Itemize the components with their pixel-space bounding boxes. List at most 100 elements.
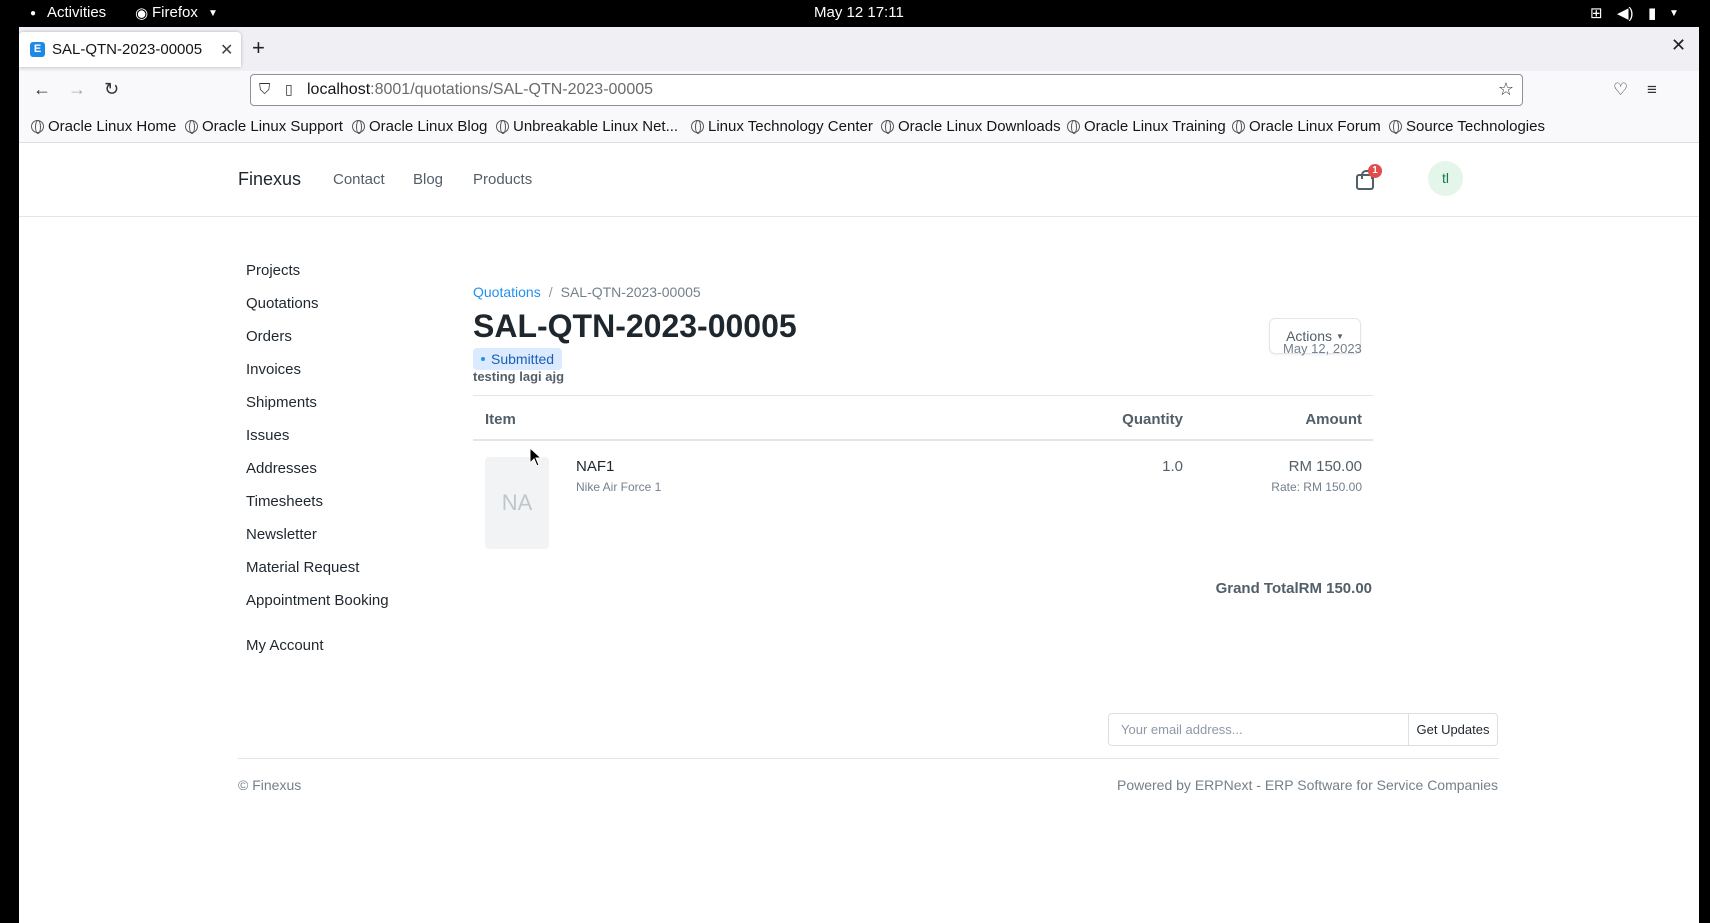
new-tab-icon[interactable]: + [252,35,265,61]
firefox-app-icon: ◉ [135,5,149,22]
column-header-item: Item [485,411,516,428]
url-bar[interactable]: ⛉ ▯ localhost:8001/quotations/SAL-QTN-20… [250,74,1523,106]
grand-total: Grand TotalRM 150.00 [1216,580,1372,597]
newsletter-subscribe: Get Updates [1108,713,1498,746]
globe-icon [1389,120,1402,134]
item-code: NAF1 [576,458,615,475]
sidebar-item-newsletter[interactable]: Newsletter [246,526,317,543]
url-text[interactable]: localhost:8001/quotations/SAL-QTN-2023-0… [307,81,653,99]
bookmark-item[interactable]: Linux Technology Center [691,118,873,135]
browser-window: E SAL-QTN-2023-00005 ✕ + ✕ ← → ↻ ⛉ ▯ loc… [19,27,1699,923]
nav-link-blog[interactable]: Blog [413,171,443,188]
breadcrumb-quotations-link[interactable]: Quotations [473,284,541,300]
document-subtitle: testing lagi ajg [473,369,565,384]
globe-icon [352,120,365,134]
chevron-down-icon[interactable]: ▼ [208,8,218,19]
footer-divider [238,758,1499,759]
bookmark-label: Oracle Linux Downloads [898,118,1061,135]
table-header: Item Quantity Amount [473,395,1373,441]
globe-icon [1067,120,1080,134]
url-path: :8001/quotations/SAL-QTN-2023-00005 [370,81,654,98]
tab-active[interactable]: E SAL-QTN-2023-00005 ✕ [19,32,241,67]
bookmark-item[interactable]: Oracle Linux Support [185,118,343,135]
sidebar-item-appointment-booking[interactable]: Appointment Booking [246,592,389,609]
cart-button[interactable]: 1 [1354,164,1382,192]
page-title: SAL-QTN-2023-00005 [473,308,797,344]
bookmark-item[interactable]: Oracle Linux Downloads [881,118,1061,135]
bookmarks-toolbar: Oracle Linux Home Oracle Linux Support O… [19,111,1699,143]
mouse-cursor-icon [529,447,543,467]
bookmark-item[interactable]: Oracle Linux Blog [352,118,487,135]
bookmark-label: Unbreakable Linux Net... [513,118,679,135]
close-tab-icon[interactable]: ✕ [220,40,233,60]
sidebar-item-addresses[interactable]: Addresses [246,460,317,477]
item-name: Nike Air Force 1 [576,480,662,494]
bookmark-label: Oracle Linux Home [48,118,177,135]
item-amount: RM 150.00 [1288,458,1362,475]
bookmark-star-icon[interactable]: ☆ [1498,79,1514,100]
sidebar-item-orders[interactable]: Orders [246,328,292,345]
pocket-icon[interactable]: ♡ [1613,80,1628,100]
sidebar-item-issues[interactable]: Issues [246,427,289,444]
sidebar-item-quotations[interactable]: Quotations [246,295,319,312]
footer-copyright: © Finexus [238,777,302,793]
system-top-bar: ● Activities ◉ Firefox ▼ May 12 17:11 ⊞ … [0,0,1710,27]
globe-icon [185,120,198,134]
sidebar-item-projects[interactable]: Projects [246,262,300,279]
bookmark-label: Source Technologies [1406,118,1545,135]
column-header-quantity: Quantity [1122,411,1183,428]
caret-down-icon: ▼ [1336,332,1344,341]
globe-icon [881,120,894,134]
activities-button[interactable]: Activities [47,4,106,21]
bookmark-item[interactable]: Oracle Linux Forum [1232,118,1381,135]
reload-icon[interactable]: ↻ [104,79,119,100]
status-badge: Submitted [473,348,563,370]
forward-icon[interactable]: → [68,79,86,100]
sidebar-item-invoices[interactable]: Invoices [246,361,301,378]
bookmark-item[interactable]: Source Technologies [1389,118,1545,135]
window-close-icon[interactable]: ✕ [1671,35,1686,56]
sidebar-item-my-account[interactable]: My Account [246,637,324,654]
user-avatar[interactable]: tl [1428,161,1463,196]
hamburger-menu-icon[interactable]: ≡ [1647,80,1657,100]
bookmark-item[interactable]: Oracle Linux Home [31,118,176,135]
get-updates-button[interactable]: Get Updates [1409,714,1497,745]
globe-icon [1232,120,1245,134]
bookmark-item[interactable]: Unbreakable Linux Net... [496,118,678,135]
status-label: Submitted [491,351,555,367]
nav-link-products[interactable]: Products [473,171,532,188]
battery-icon[interactable]: ▮ [1648,4,1656,22]
app-menu-button[interactable]: Firefox [152,4,198,21]
nav-toolbar: ← → ↻ ⛉ ▯ localhost:8001/quotations/SAL-… [19,71,1699,111]
cart-count-badge: 1 [1368,164,1382,178]
site-header: Finexus Contact Blog Products 1 tl [19,144,1699,217]
column-header-amount: Amount [1305,411,1362,428]
sidebar-item-material-request[interactable]: Material Request [246,559,359,576]
back-icon[interactable]: ← [33,79,51,100]
page-info-icon[interactable]: ▯ [285,81,293,98]
web-page: Finexus Contact Blog Products 1 tl Proje… [19,144,1699,923]
table-row: NA NAF1 Nike Air Force 1 1.0 RM 150.00 R… [473,442,1373,562]
url-host: localhost [307,81,371,98]
sidebar-item-timesheets[interactable]: Timesheets [246,493,323,510]
breadcrumb-current: SAL-QTN-2023-00005 [560,284,701,300]
status-dot-icon [481,357,485,361]
tab-title: SAL-QTN-2023-00005 [52,41,203,58]
email-field[interactable] [1109,714,1409,745]
sidebar-item-shipments[interactable]: Shipments [246,394,317,411]
site-brand[interactable]: Finexus [238,169,301,190]
globe-icon [691,120,704,134]
clock[interactable]: May 12 17:11 [814,4,904,21]
grand-total-label: Grand Total [1215,580,1299,597]
tracking-shield-icon[interactable]: ⛉ [259,81,270,98]
footer-powered-by[interactable]: Powered by ERPNext - ERP Software for Se… [1117,777,1498,793]
bookmark-label: Linux Technology Center [708,118,873,135]
bookmark-label: Oracle Linux Training [1084,118,1226,135]
globe-icon [496,120,509,134]
item-quantity: 1.0 [1162,458,1183,475]
bookmark-item[interactable]: Oracle Linux Training [1067,118,1226,135]
system-menu-chevron-icon[interactable]: ▼ [1669,8,1679,19]
volume-icon[interactable]: ◀) [1617,4,1634,22]
network-icon[interactable]: ⊞ [1590,4,1603,22]
nav-link-contact[interactable]: Contact [333,171,385,188]
